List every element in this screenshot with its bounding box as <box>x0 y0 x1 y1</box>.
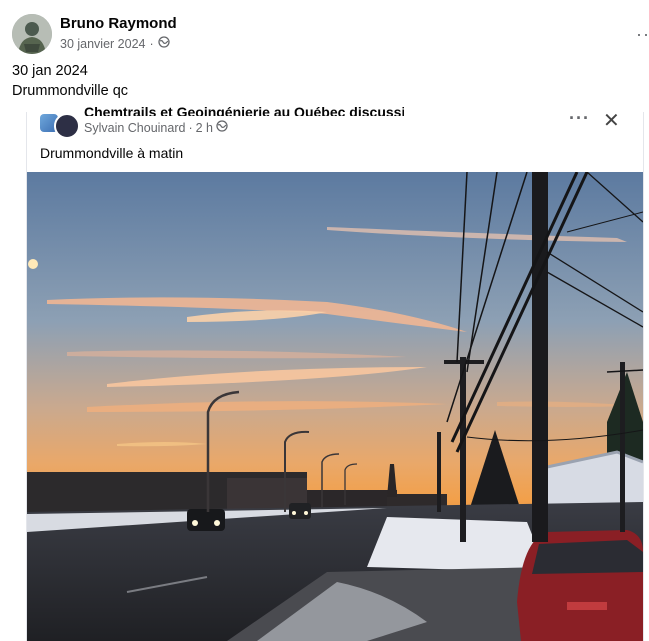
post-card: Bruno Raymond 30 janvier 2024 · ·· 30 ja… <box>0 0 649 641</box>
close-icon[interactable]: ✕ <box>603 108 620 133</box>
shared-author-name[interactable]: Sylvain Chouinard <box>84 121 185 135</box>
separator-dot: · <box>149 36 154 51</box>
post-meta: 30 janvier 2024 · <box>60 36 170 51</box>
shared-post: Chemtrails et Geoingénierie au Québec di… <box>26 104 644 641</box>
author-avatar[interactable] <box>12 14 52 54</box>
post-text-line1: 30 jan 2024 <box>12 63 88 79</box>
shared-more-options-button[interactable]: ··· <box>569 108 590 129</box>
globe-icon <box>216 120 228 135</box>
group-name[interactable]: Chemtrails et Geoingénierie au Québec di… <box>84 104 404 116</box>
sunset-photo[interactable] <box>27 172 643 641</box>
globe-icon <box>158 36 170 51</box>
shared-post-caption: Drummondville à matin <box>40 145 184 161</box>
post-header: Bruno Raymond 30 janvier 2024 · ·· 30 ja… <box>0 0 649 112</box>
author-name[interactable]: Bruno Raymond <box>60 15 177 32</box>
post-date[interactable]: 30 janvier 2024 <box>60 37 145 51</box>
more-options-button[interactable]: ·· <box>636 24 649 45</box>
shared-post-meta: Sylvain Chouinard · 2 h <box>84 120 228 135</box>
post-text-line2: Drummondville qc <box>12 83 129 99</box>
separator-dot: · <box>188 120 193 135</box>
shared-post-header: Chemtrails et Geoingénierie au Québec di… <box>27 104 643 172</box>
shared-post-time[interactable]: 2 h <box>196 121 213 135</box>
shared-author-avatar[interactable] <box>54 113 80 139</box>
